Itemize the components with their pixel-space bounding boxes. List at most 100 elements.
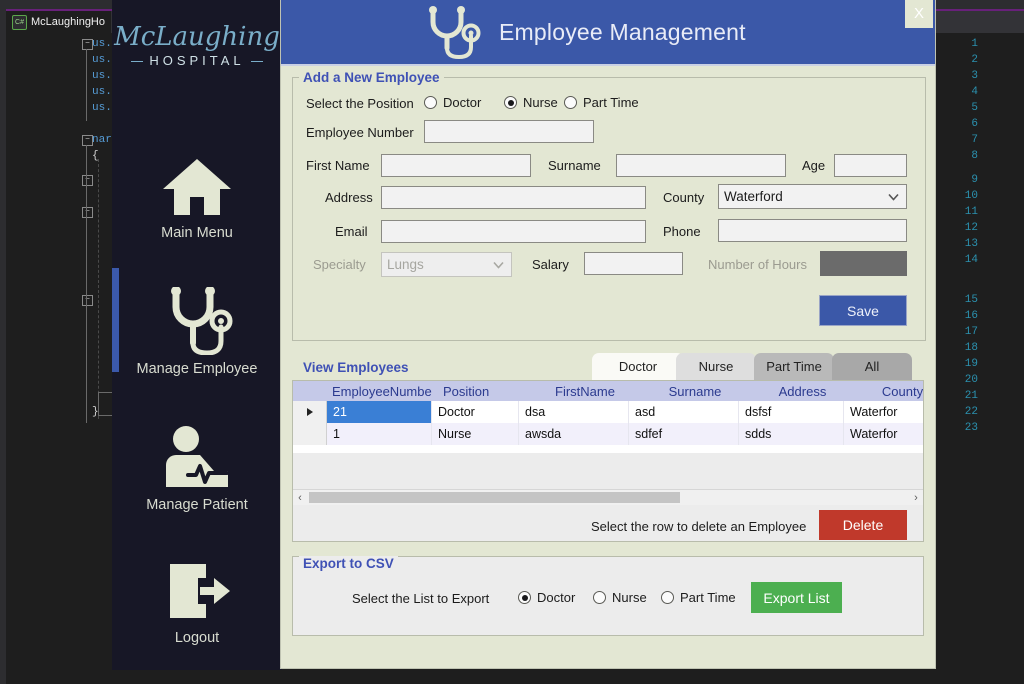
sidebar-item-manage-patient[interactable]: Manage Patient <box>112 425 282 513</box>
window-title: Employee Management <box>499 19 746 46</box>
radio-dot <box>564 96 577 109</box>
email-input[interactable] <box>381 220 646 243</box>
column-header-position[interactable]: Position <box>437 381 530 401</box>
column-header-surname[interactable]: Surname <box>640 381 750 401</box>
chevron-down-icon <box>493 261 504 268</box>
fold-guide <box>86 145 87 423</box>
sidebar-item-label: Main Menu <box>112 225 282 241</box>
delete-hint-label: Select the row to delete an Employee <box>591 519 806 534</box>
county-select[interactable]: Waterford <box>718 184 907 209</box>
line-number: 9 <box>954 174 978 186</box>
fold-icon[interactable]: − <box>82 135 93 146</box>
tab-doctor[interactable]: Doctor <box>592 353 684 380</box>
indent-guide <box>98 159 99 419</box>
age-input[interactable] <box>834 154 907 177</box>
export-select-label: Select the List to Export <box>352 591 489 606</box>
logo-subtitle-text: HOSPITAL <box>137 53 256 68</box>
cell-first-name[interactable]: dsa <box>519 401 629 423</box>
phone-input[interactable] <box>718 219 907 242</box>
tab-nurse[interactable]: Nurse <box>676 353 756 380</box>
radio-label: Doctor <box>443 95 481 110</box>
tab-part-time[interactable]: Part Time <box>754 353 834 380</box>
address-input[interactable] <box>381 186 646 209</box>
radio-dot <box>593 591 606 604</box>
table-row[interactable]: 1 Nurse awsda sdfef sdds Waterfor <box>293 423 923 445</box>
cell-position[interactable]: Doctor <box>432 401 519 423</box>
line-number: 16 <box>954 310 978 322</box>
line-number: 10 <box>954 190 978 202</box>
line-number: 20 <box>954 374 978 386</box>
row-selected-arrow-icon <box>307 408 313 416</box>
employee-management-window: Employee Management X Add a New Employee… <box>281 0 935 668</box>
fold-icon[interactable]: − <box>82 175 93 186</box>
first-name-input[interactable] <box>381 154 531 177</box>
cell-county[interactable]: Waterfor <box>844 423 923 445</box>
radio-dot <box>661 591 674 604</box>
column-header-first-name[interactable]: FirstName <box>530 381 640 401</box>
cell-surname[interactable]: sdfef <box>629 423 739 445</box>
column-header-address[interactable]: Address <box>750 381 855 401</box>
employee-number-input[interactable] <box>424 120 594 143</box>
scroll-right-arrow-icon[interactable]: › <box>909 490 923 505</box>
tab-label: Part Time <box>766 359 822 374</box>
fold-icon[interactable]: − <box>82 39 93 50</box>
surname-input[interactable] <box>616 154 786 177</box>
scroll-left-arrow-icon[interactable]: ‹ <box>293 490 307 505</box>
add-employee-group-title: Add a New Employee <box>299 70 444 85</box>
table-row[interactable]: 21 Doctor dsa asd dsfsf Waterfor <box>293 401 923 423</box>
line-number: 7 <box>954 134 978 146</box>
delete-button[interactable]: Delete <box>819 510 907 540</box>
fold-guide <box>86 49 87 121</box>
specialty-select[interactable]: Lungs <box>381 252 512 277</box>
code-fragment: us. <box>92 70 112 82</box>
ide-file-tab[interactable]: C# McLaughingHo <box>6 11 111 33</box>
cell-address[interactable]: dsfsf <box>739 401 844 423</box>
cell-employee-number[interactable]: 21 <box>327 401 432 423</box>
cell-address[interactable]: sdds <box>739 423 844 445</box>
line-number: 6 <box>954 118 978 130</box>
sidebar-item-label: Manage Employee <box>112 361 282 377</box>
tab-all[interactable]: All <box>832 353 912 380</box>
close-icon[interactable]: X <box>905 0 933 28</box>
radio-position-nurse[interactable]: Nurse <box>504 95 558 110</box>
csharp-file-icon: C# <box>12 15 27 30</box>
column-header-employee-number[interactable]: EmployeeNumbe <box>326 381 437 401</box>
sidebar-item-label: Logout <box>112 630 282 646</box>
line-number: 11 <box>954 206 978 218</box>
radio-export-doctor[interactable]: Doctor <box>518 590 575 605</box>
chevron-down-icon <box>888 193 899 200</box>
row-selector[interactable] <box>293 401 327 423</box>
salary-input[interactable] <box>584 252 683 275</box>
radio-position-doctor[interactable]: Doctor <box>424 95 481 110</box>
line-number: 12 <box>954 222 978 234</box>
export-list-button[interactable]: Export List <box>751 582 842 613</box>
stethoscope-icon <box>160 287 234 355</box>
radio-export-part-time[interactable]: Part Time <box>661 590 736 605</box>
fold-icon[interactable]: − <box>82 207 93 218</box>
scrollbar-thumb[interactable] <box>309 492 680 503</box>
line-number: 19 <box>954 358 978 370</box>
radio-label: Part Time <box>583 95 639 110</box>
grid-horizontal-scrollbar[interactable]: ‹ › <box>293 489 923 505</box>
sidebar-item-logout[interactable]: Logout <box>112 558 282 646</box>
radio-position-part-time[interactable]: Part Time <box>564 95 639 110</box>
column-header-county[interactable]: County <box>855 381 923 401</box>
row-selector[interactable] <box>293 423 327 445</box>
cell-position[interactable]: Nurse <box>432 423 519 445</box>
sidebar-item-manage-employee[interactable]: Manage Employee <box>112 287 282 377</box>
line-number: 4 <box>954 86 978 98</box>
phone-label: Phone <box>663 224 701 239</box>
patient-icon <box>160 425 234 491</box>
sidebar-item-main-menu[interactable]: Main Menu <box>112 155 282 241</box>
cell-employee-number[interactable]: 1 <box>327 423 432 445</box>
radio-export-nurse[interactable]: Nurse <box>593 590 647 605</box>
cell-first-name[interactable]: awsda <box>519 423 629 445</box>
logout-icon <box>160 558 234 624</box>
cell-surname[interactable]: asd <box>629 401 739 423</box>
code-fragment: us. <box>92 86 112 98</box>
save-button[interactable]: Save <box>819 295 907 326</box>
radio-dot <box>424 96 437 109</box>
fold-icon[interactable]: − <box>82 295 93 306</box>
cell-county[interactable]: Waterfor <box>844 401 923 423</box>
line-number: 5 <box>954 102 978 114</box>
